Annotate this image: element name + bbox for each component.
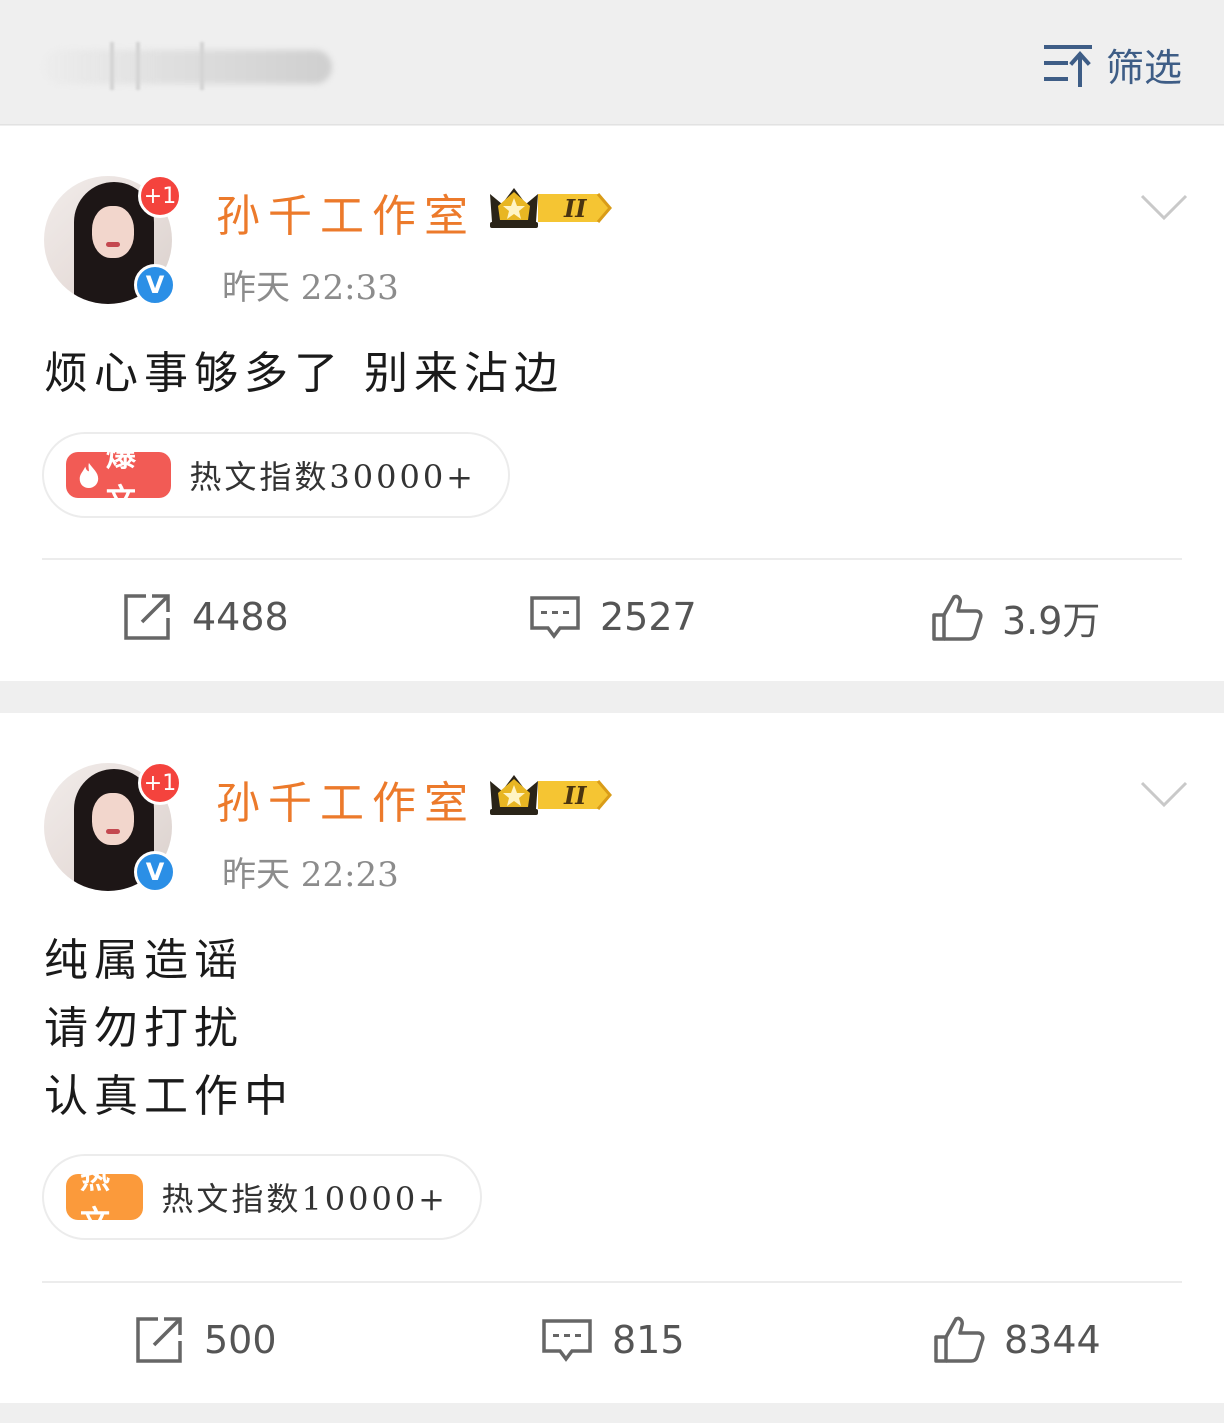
post-content: 烦心事够多了 别来沾边	[44, 340, 564, 408]
content-line: 纯属造谣	[44, 935, 244, 986]
post-card[interactable]: +1 V 孙千工作室 II 昨天 22:23 纯属造谣 请勿打扰 认真工作中 热…	[0, 713, 1224, 1403]
chevron-down-icon[interactable]	[1140, 779, 1188, 809]
divider	[42, 1281, 1182, 1283]
hot-tag: 爆文	[66, 439, 172, 518]
blur-artifact	[136, 42, 140, 90]
svg-text:II: II	[563, 194, 587, 223]
like-count: 8344	[1004, 1318, 1101, 1362]
post-time: 昨天 22:23	[222, 855, 399, 895]
content-line: 认真工作中	[44, 1071, 294, 1122]
avatar-plus-badge: +1	[138, 174, 182, 218]
chevron-down-icon[interactable]	[1140, 192, 1188, 222]
flame-icon	[79, 462, 99, 488]
svg-text:II: II	[563, 781, 587, 810]
repost-button[interactable]: 4488	[120, 590, 289, 644]
crown-level-icon: II	[490, 775, 612, 815]
sort-icon	[1043, 45, 1092, 87]
post-time: 昨天 22:33	[222, 268, 399, 308]
filter-button[interactable]: 筛选	[1043, 40, 1182, 90]
hot-tag-label: 热文	[80, 1161, 110, 1240]
divider	[42, 558, 1182, 560]
filter-label: 筛选	[1105, 45, 1182, 90]
author-name[interactable]: 孙千工作室	[216, 767, 476, 831]
blurred-search-area[interactable]	[44, 50, 332, 84]
comment-count: 815	[612, 1318, 685, 1362]
comment-icon	[530, 596, 580, 639]
hot-tag-label: 爆文	[105, 439, 136, 518]
repost-count: 500	[204, 1318, 277, 1362]
like-button[interactable]: 8344	[932, 1313, 1101, 1367]
repost-icon	[136, 1317, 182, 1363]
repost-count: 4488	[192, 595, 289, 639]
like-count: 3.9万	[1002, 599, 1101, 643]
blur-artifact	[110, 42, 114, 90]
comment-button[interactable]: 2527	[528, 590, 697, 644]
content-line: 烦心事够多了 别来沾边	[44, 348, 564, 399]
repost-button[interactable]: 500	[132, 1313, 277, 1367]
comment-count: 2527	[600, 595, 697, 639]
post-content: 纯属造谣 请勿打扰 认真工作中	[44, 927, 294, 1131]
hot-index-pill[interactable]: 爆文 热文指数30000+	[42, 432, 510, 518]
repost-icon	[124, 594, 170, 640]
thumbs-up-icon	[934, 1316, 985, 1363]
hot-index-pill[interactable]: 热文 热文指数10000+	[42, 1154, 482, 1240]
avatar[interactable]: +1 V	[44, 174, 182, 306]
crown-level-icon: II	[490, 188, 612, 228]
top-bar: 筛选	[0, 0, 1224, 125]
hot-index-text: 热文指数30000+	[189, 458, 476, 496]
like-button[interactable]: 3.9万	[930, 590, 1100, 645]
blur-artifact	[200, 42, 204, 90]
author-name[interactable]: 孙千工作室	[216, 180, 476, 244]
verified-icon: V	[134, 851, 176, 893]
hot-tag: 热文	[66, 1161, 144, 1240]
hot-index-text: 热文指数10000+	[161, 1180, 448, 1218]
avatar-plus-badge: +1	[138, 761, 182, 805]
content-line: 请勿打扰	[44, 1003, 244, 1054]
comment-icon	[542, 1319, 592, 1362]
avatar[interactable]: +1 V	[44, 761, 182, 893]
thumbs-up-icon	[932, 594, 983, 641]
post-card[interactable]: +1 V 孙千工作室 II 昨天 22:33 烦心事够多了 别来沾边 爆文 热文…	[0, 126, 1224, 681]
comment-button[interactable]: 815	[540, 1313, 685, 1367]
verified-icon: V	[134, 264, 176, 306]
